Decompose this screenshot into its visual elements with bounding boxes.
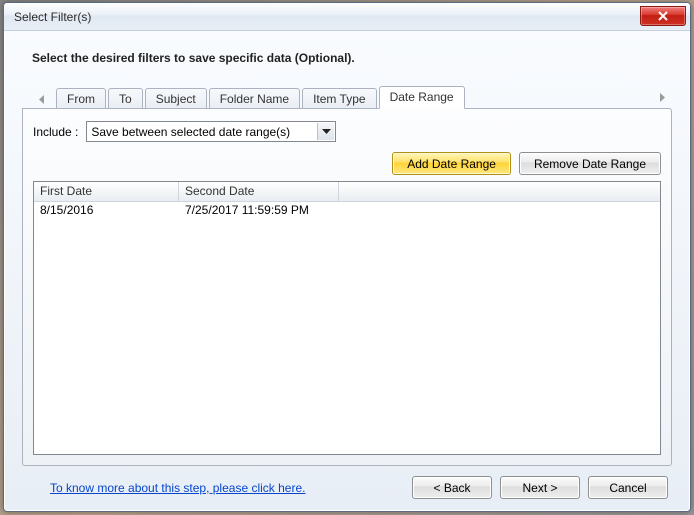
- footer: To know more about this step, please cli…: [22, 466, 672, 499]
- grid-header: First Date Second Date: [34, 182, 660, 202]
- tab-label: To: [119, 92, 132, 106]
- button-label: Cancel: [609, 481, 646, 495]
- tabs-scroll-right[interactable]: [654, 88, 670, 106]
- column-header-empty: [339, 182, 660, 201]
- triangle-left-icon: [39, 95, 45, 104]
- titlebar: Select Filter(s): [4, 3, 690, 31]
- tab-from[interactable]: From: [56, 88, 106, 109]
- button-label: < Back: [433, 481, 470, 495]
- button-label: Remove Date Range: [534, 157, 646, 171]
- tab-label: Date Range: [390, 90, 454, 104]
- tabs-scroll-left[interactable]: [34, 90, 50, 108]
- column-header-first-date[interactable]: First Date: [34, 182, 179, 201]
- triangle-right-icon: [659, 93, 665, 102]
- instruction-text: Select the desired filters to save speci…: [32, 51, 672, 65]
- column-header-second-date[interactable]: Second Date: [179, 182, 339, 201]
- cell-first-date: 8/15/2016: [34, 202, 179, 220]
- tab-to[interactable]: To: [108, 88, 143, 109]
- tab-label: From: [67, 92, 95, 106]
- table-row[interactable]: 8/15/2016 7/25/2017 11:59:59 PM: [34, 202, 660, 220]
- dialog-content: Select the desired filters to save speci…: [4, 31, 690, 511]
- button-label: Add Date Range: [407, 157, 496, 171]
- tabs-row: From To Subject Folder Name Item Type Da…: [22, 85, 672, 108]
- cell-empty: [339, 202, 660, 220]
- add-date-range-button[interactable]: Add Date Range: [392, 152, 511, 175]
- close-button[interactable]: [640, 6, 686, 26]
- back-button[interactable]: < Back: [412, 476, 492, 499]
- window-title: Select Filter(s): [14, 10, 640, 24]
- nav-buttons: < Back Next > Cancel: [412, 476, 668, 499]
- tab-panel: Include : Save between selected date ran…: [22, 108, 672, 466]
- button-label: Next >: [522, 481, 557, 495]
- tab-label: Folder Name: [220, 92, 289, 106]
- chevron-down-icon: [317, 123, 334, 140]
- tab-label: Item Type: [313, 92, 365, 106]
- tab-folder-name[interactable]: Folder Name: [209, 88, 300, 109]
- include-row: Include : Save between selected date ran…: [33, 121, 661, 142]
- tab-date-range[interactable]: Date Range: [379, 86, 465, 109]
- close-icon: [657, 11, 669, 21]
- dialog-window: Select Filter(s) Select the desired filt…: [3, 2, 691, 512]
- include-dropdown[interactable]: Save between selected date range(s): [86, 121, 336, 142]
- tab-label: Subject: [156, 92, 196, 106]
- next-button[interactable]: Next >: [500, 476, 580, 499]
- include-label: Include :: [33, 125, 78, 139]
- help-link[interactable]: To know more about this step, please cli…: [50, 481, 402, 495]
- tab-item-type[interactable]: Item Type: [302, 88, 376, 109]
- tab-subject[interactable]: Subject: [145, 88, 207, 109]
- button-row: Add Date Range Remove Date Range: [33, 152, 661, 175]
- include-selected-value: Save between selected date range(s): [91, 125, 290, 139]
- date-range-grid: First Date Second Date 8/15/2016 7/25/20…: [33, 181, 661, 455]
- grid-body[interactable]: 8/15/2016 7/25/2017 11:59:59 PM: [34, 202, 660, 454]
- cancel-button[interactable]: Cancel: [588, 476, 668, 499]
- remove-date-range-button[interactable]: Remove Date Range: [519, 152, 661, 175]
- cell-second-date: 7/25/2017 11:59:59 PM: [179, 202, 339, 220]
